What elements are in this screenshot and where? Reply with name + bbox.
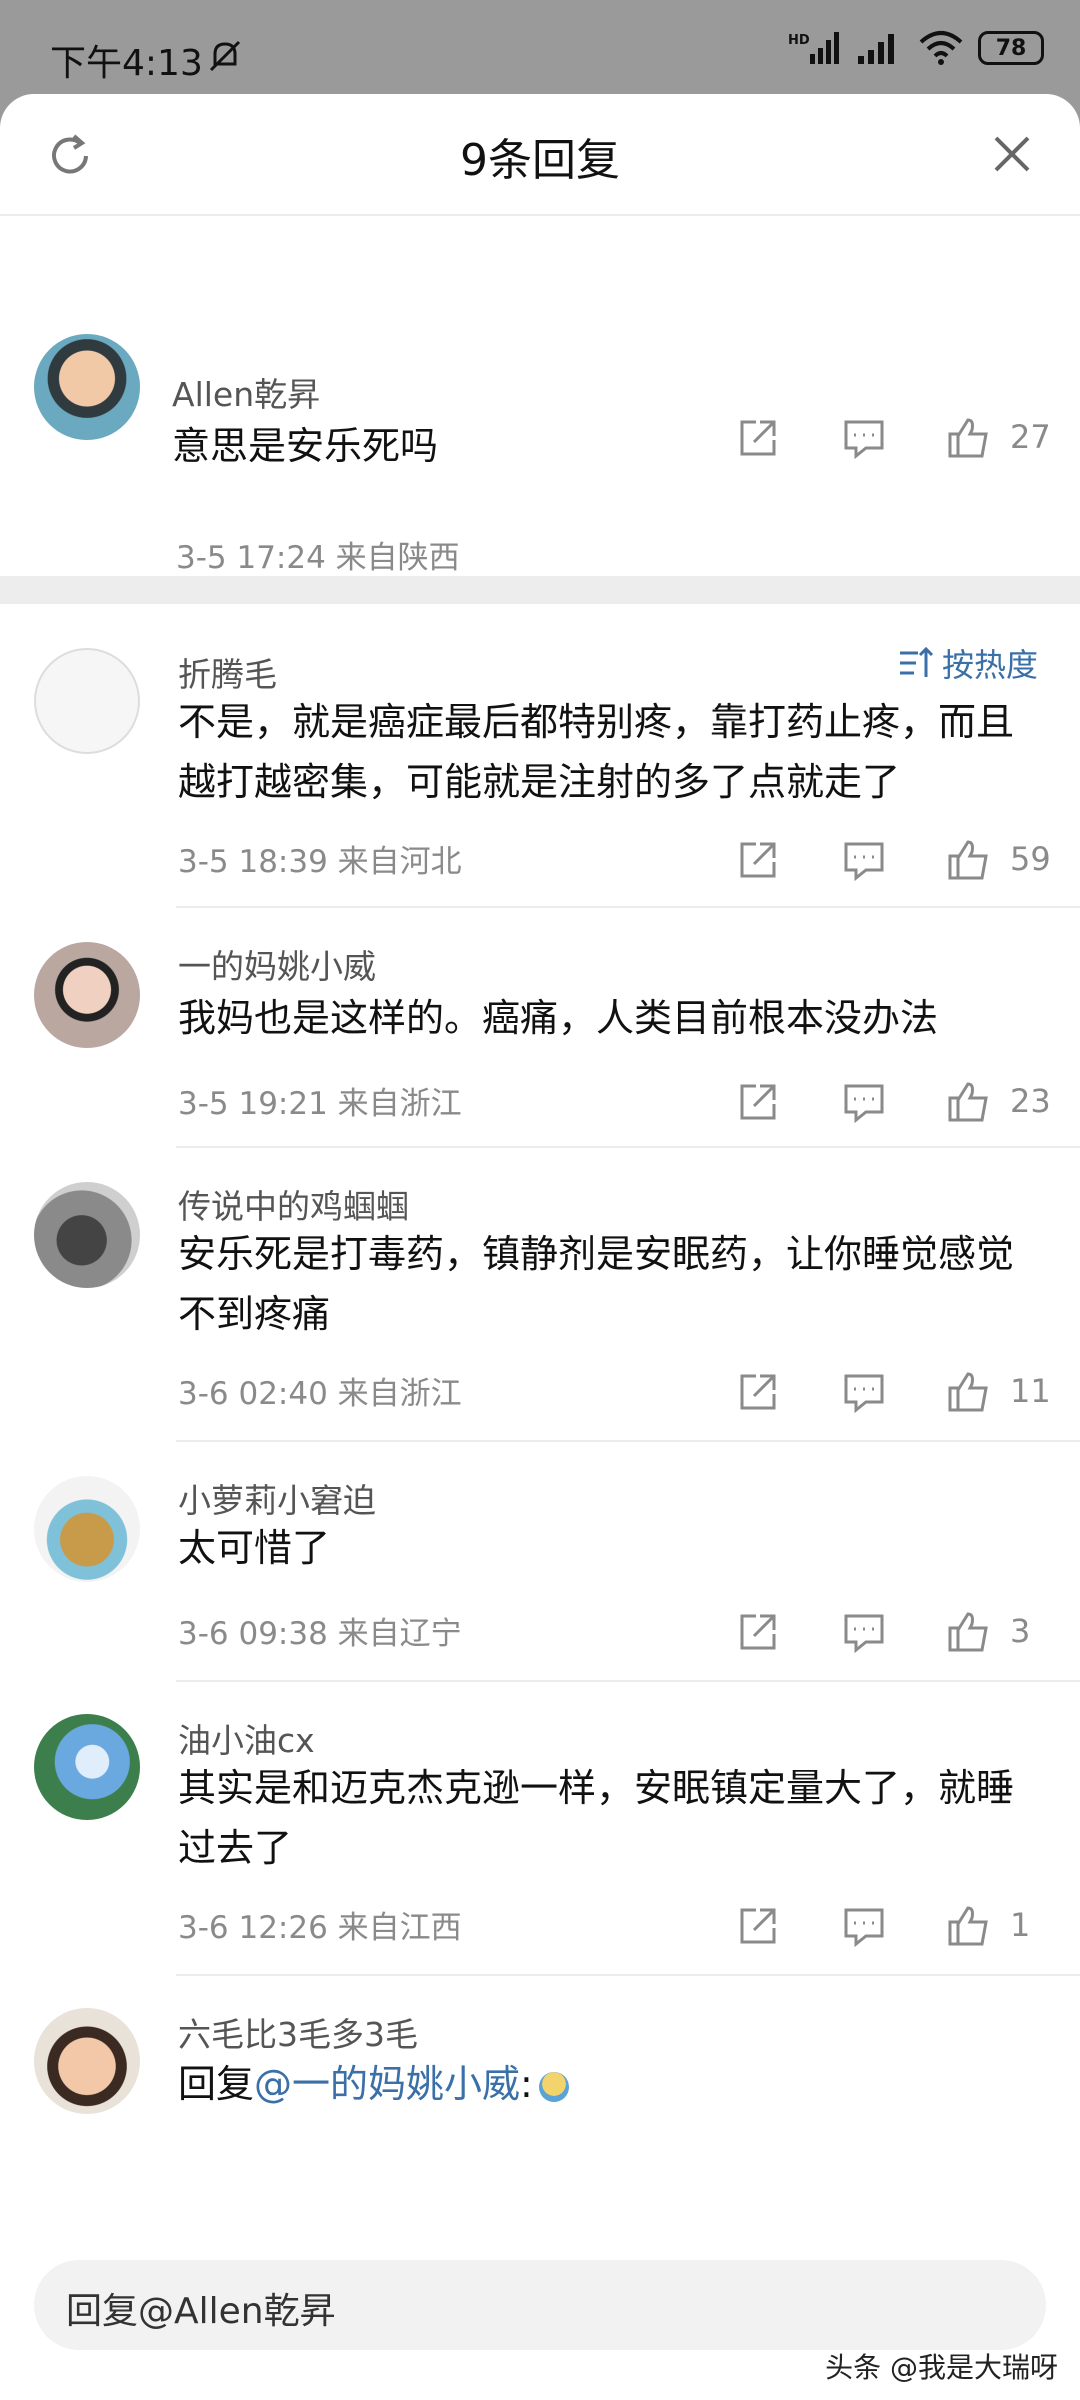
root-comment: Allen乾昇 意思是安乐死吗 3-5 17:24 来自陕西 <box>0 216 1080 576</box>
status-time: 下午4:13 <box>50 43 203 84</box>
close-icon[interactable] <box>988 130 1036 178</box>
divider <box>176 1680 1080 1682</box>
comment-author[interactable]: 传说中的鸡蝈蝈 <box>178 1180 409 1228</box>
like-count: 59 <box>1010 840 1051 878</box>
comment-meta: 3-5 18:39 来自河北 <box>178 844 462 880</box>
reply-suffix: : <box>520 2062 533 2106</box>
comment-author[interactable]: 油小油cx <box>178 1714 315 1762</box>
status-icons: HD 78 <box>788 30 1044 66</box>
wifi-icon <box>919 31 963 65</box>
comment-text: 太可惜了 <box>178 1526 331 1570</box>
avatar[interactable] <box>34 1714 140 1820</box>
battery-icon: 78 <box>978 31 1044 65</box>
like-icon[interactable] <box>946 1370 990 1414</box>
sort-label: 按热度 <box>941 646 1038 684</box>
comment-author[interactable]: 一的妈姚小威 <box>178 940 376 988</box>
like-count: 27 <box>1010 418 1051 456</box>
sort-icon <box>899 646 934 677</box>
emoji-icon <box>538 2071 569 2102</box>
sort-button[interactable]: 按热度 <box>898 640 1038 686</box>
comment-text: 安乐死是打毒药，镇静剂是安眠药，让你睡觉感觉不到疼痛 <box>178 1232 1015 1336</box>
sheet-header: 9条回复 <box>0 94 1080 216</box>
like-icon[interactable] <box>946 1904 990 1948</box>
like-icon[interactable] <box>946 416 990 460</box>
mention-link[interactable]: @一的妈姚小威 <box>254 2062 520 2106</box>
comment-author[interactable]: 小萝莉小窘迫 <box>178 1474 376 1522</box>
reply-prefix: 回复 <box>178 2062 255 2106</box>
comment-text: 其实是和迈克杰克逊一样，安眠镇定量大了，就睡过去了 <box>178 1766 1015 1870</box>
share-icon[interactable] <box>736 1370 780 1414</box>
share-icon[interactable] <box>736 416 780 460</box>
signal-icon <box>858 34 894 64</box>
reply-input-placeholder: 回复@Allen乾昇 <box>66 2291 336 2332</box>
comment-icon[interactable] <box>842 1610 886 1654</box>
avatar[interactable] <box>34 942 140 1048</box>
section-divider <box>0 576 1080 604</box>
comment-author[interactable]: Allen乾昇 <box>172 368 320 416</box>
comment-author[interactable]: 折腾毛 <box>178 648 277 696</box>
comment-text: 不是，就是癌症最后都特别疼，靠打药止疼，而且越打越密集，可能就是注射的多了点就走… <box>178 700 1015 804</box>
svg-text:HD: HD <box>788 33 810 48</box>
sheet-title: 9条回复 <box>460 135 620 186</box>
avatar[interactable] <box>34 1476 140 1582</box>
share-icon[interactable] <box>736 1610 780 1654</box>
comment-icon[interactable] <box>842 1370 886 1414</box>
avatar[interactable] <box>34 648 140 754</box>
watermark: 头条 @我是大瑞呀 <box>825 2351 1058 2384</box>
like-count: 3 <box>1010 1612 1031 1650</box>
comment-icon[interactable] <box>842 1080 886 1124</box>
comment-icon[interactable] <box>842 416 886 460</box>
signal-hd-icon: HD <box>788 32 839 64</box>
like-count: 11 <box>1010 1372 1051 1410</box>
divider <box>176 1440 1080 1442</box>
share-icon[interactable] <box>736 838 780 882</box>
like-icon[interactable] <box>946 1610 990 1654</box>
comment-text: 我妈也是这样的。癌痛，人类目前根本没办法 <box>178 996 939 1040</box>
replies-sheet: 9条回复 Allen乾昇 意思是安乐死吗 3-5 17:24 来自陕西 按热度 … <box>0 94 1080 2400</box>
comment-icon[interactable] <box>842 838 886 882</box>
share-icon[interactable] <box>736 1080 780 1124</box>
reply-input[interactable]: 回复@Allen乾昇 <box>34 2260 1046 2350</box>
comment-meta: 3-5 19:21 来自浙江 <box>178 1086 462 1122</box>
divider <box>176 1146 1080 1148</box>
like-count: 23 <box>1010 1082 1051 1120</box>
like-icon[interactable] <box>946 838 990 882</box>
divider <box>176 1974 1080 1976</box>
like-count: 1 <box>1010 1906 1031 1944</box>
avatar[interactable] <box>34 334 140 440</box>
comment-text: 回复@一的妈姚小威: <box>178 2054 1048 2114</box>
comment-meta: 3-6 12:26 来自江西 <box>178 1910 462 1946</box>
comment-meta: 3-6 09:38 来自辽宁 <box>178 1616 462 1652</box>
avatar[interactable] <box>34 1182 140 1288</box>
comment-meta: 3-6 02:40 来自浙江 <box>178 1376 462 1412</box>
avatar[interactable] <box>34 2008 140 2114</box>
like-icon[interactable] <box>946 1080 990 1124</box>
divider <box>176 906 1080 908</box>
mute-icon <box>209 40 241 72</box>
comment-author[interactable]: 六毛比3毛多3毛 <box>178 2008 418 2056</box>
comment-text: 意思是安乐死吗 <box>172 424 439 468</box>
comment-meta: 3-5 17:24 来自陕西 <box>176 540 460 576</box>
status-bar: 下午4:13 HD 78 <box>0 0 1080 100</box>
share-icon[interactable] <box>736 1904 780 1948</box>
comment-icon[interactable] <box>842 1904 886 1948</box>
